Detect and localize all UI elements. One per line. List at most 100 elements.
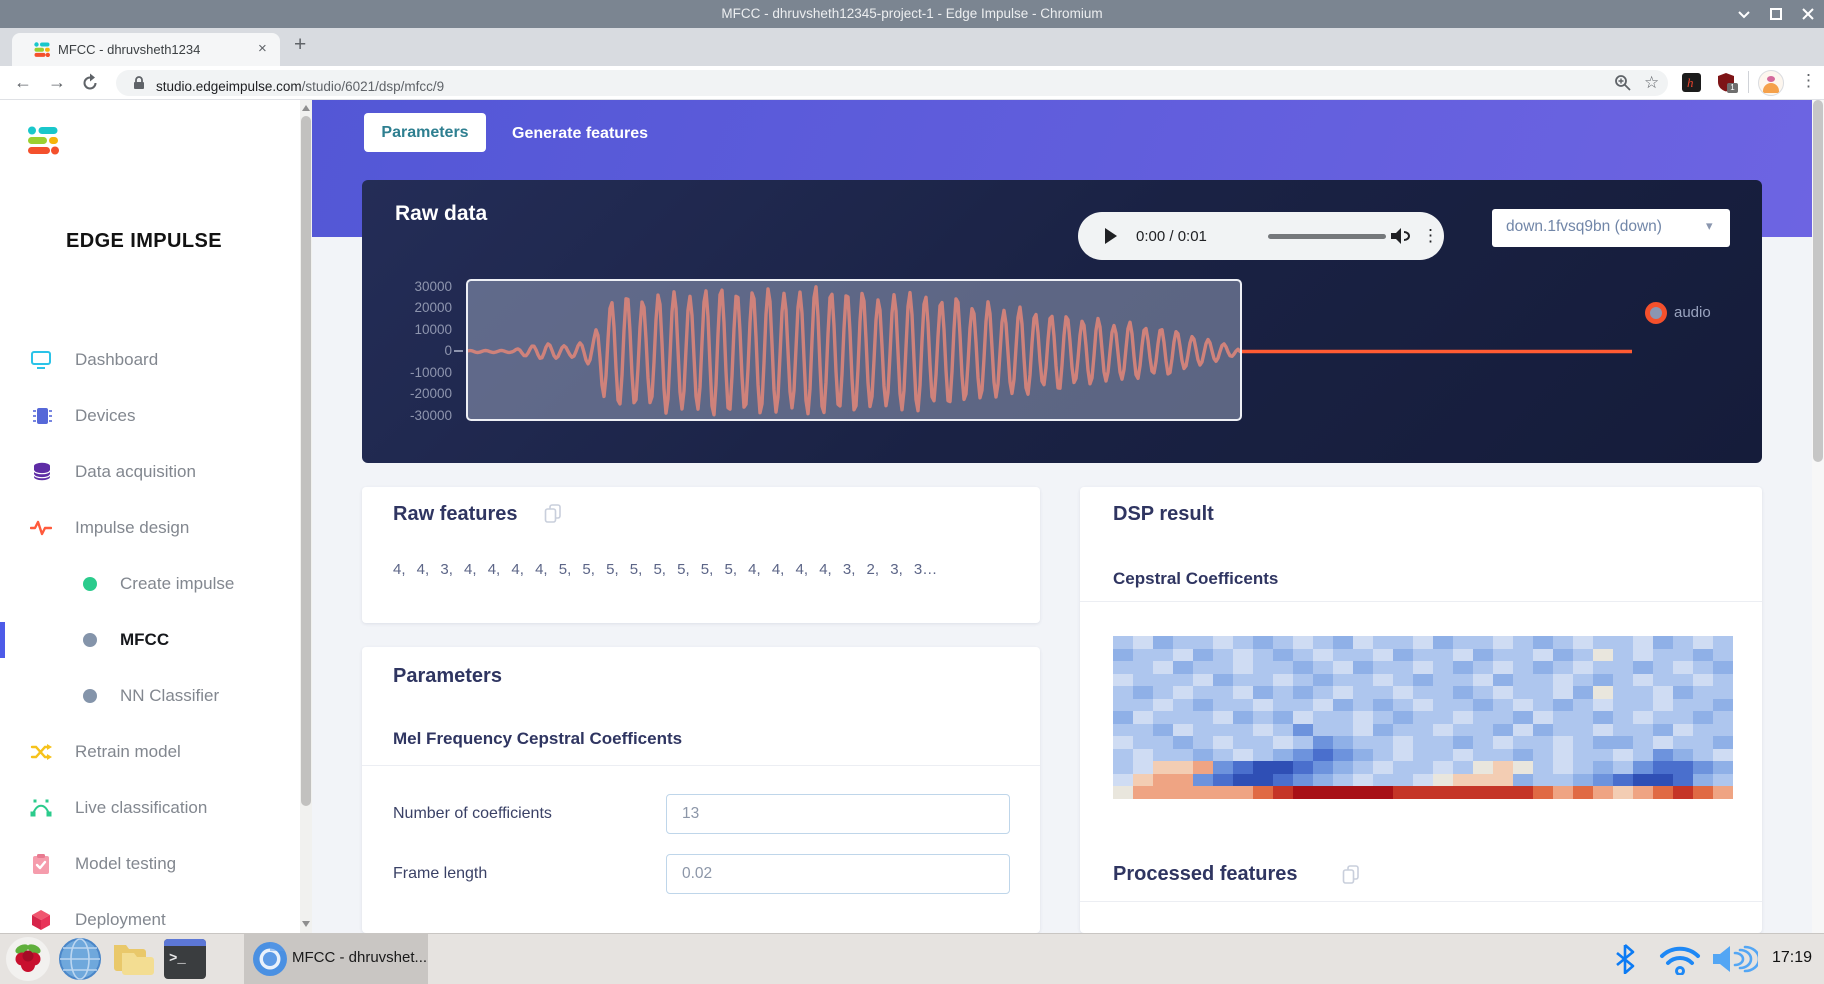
volume-icon[interactable] [1712, 944, 1758, 974]
heatmap-cell [1573, 761, 1593, 774]
ublock-extension-icon[interactable]: 1 [1716, 72, 1736, 97]
terminal-icon[interactable]: >_ [164, 939, 206, 979]
bezier-curve-icon [30, 798, 52, 818]
heatmap-cell [1393, 749, 1413, 762]
taskbar-window-label: MFCC - dhruvshet... [292, 949, 427, 966]
heatmap-cell [1253, 711, 1273, 724]
heatmap-cell [1313, 661, 1333, 674]
bluetooth-icon[interactable] [1614, 944, 1636, 974]
heatmap-cell [1553, 711, 1573, 724]
heatmap-cell [1273, 724, 1293, 737]
heatmap-cell [1153, 786, 1173, 799]
heatmap-cell [1513, 674, 1533, 687]
chip-icon [31, 405, 53, 427]
url-omnibox[interactable]: studio.edgeimpulse.com/studio/6021/dsp/m… [116, 70, 1668, 96]
raspberry-menu-icon[interactable] [6, 937, 50, 981]
sidebar-item-devices[interactable]: Devices [0, 398, 300, 434]
scroll-up-arrow[interactable] [302, 105, 310, 111]
file-manager-icon[interactable] [110, 939, 156, 984]
heatmap-cell [1493, 699, 1513, 712]
player-seekbar[interactable] [1268, 234, 1386, 239]
browser-tab[interactable]: MFCC - dhruvsheth1234 × [12, 33, 280, 66]
player-menu-icon[interactable]: ⋮ [1422, 226, 1439, 246]
heatmap-cell [1113, 786, 1133, 799]
heatmap-cell [1373, 774, 1393, 787]
field-label-num-coefficients: Number of coefficients [393, 805, 552, 823]
heatmap-cell [1653, 636, 1673, 649]
heatmap-cell [1493, 786, 1513, 799]
heatmap-cell [1413, 724, 1433, 737]
window-close-button[interactable] [1800, 6, 1816, 22]
scroll-down-arrow[interactable] [302, 921, 310, 927]
axis-tick: 30000 [372, 279, 452, 294]
dsp-result-title: DSP result [1113, 503, 1214, 526]
profile-avatar[interactable] [1758, 70, 1784, 96]
heatmap-cell [1493, 649, 1513, 662]
tab-generate-features[interactable]: Generate features [512, 125, 648, 143]
back-icon[interactable]: ← [14, 72, 32, 93]
volume-icon[interactable] [1390, 226, 1412, 246]
heatmap-cell [1293, 636, 1313, 649]
heatmap-cell [1313, 761, 1333, 774]
new-tab-button[interactable]: + [294, 33, 306, 57]
axis-tick: -10000 [372, 365, 452, 380]
page-scrollbar-thumb[interactable] [1813, 100, 1823, 462]
heatmap-cell [1613, 724, 1633, 737]
window-maximize-button[interactable] [1768, 6, 1784, 22]
taskbar-window-button[interactable]: MFCC - dhruvshet... [244, 934, 428, 984]
wifi-icon[interactable] [1658, 945, 1702, 975]
tab-close-icon[interactable]: × [258, 40, 267, 57]
sidebar-item-retrain-model[interactable]: Retrain model [0, 734, 300, 770]
heatmap-cell [1393, 711, 1413, 724]
sample-select-value: down.1fvsq9bn (down) [1506, 218, 1662, 236]
bookmark-star-icon[interactable]: ☆ [1644, 73, 1659, 93]
frame-length-input[interactable]: 0.02 [666, 854, 1010, 894]
heatmap-cell [1393, 761, 1413, 774]
sidebar-item-model-testing[interactable]: Model testing [0, 846, 300, 882]
heatmap-cell [1573, 786, 1593, 799]
heatmap-cell [1213, 661, 1233, 674]
zoom-page-icon[interactable] [1614, 74, 1632, 97]
sidebar-item-live-classification[interactable]: Live classification [0, 790, 300, 826]
heatmap-cell [1253, 661, 1273, 674]
tab-parameters[interactable]: Parameters [364, 113, 486, 152]
heatmap-cell [1293, 711, 1313, 724]
num-coefficients-input[interactable]: 13 [666, 794, 1010, 834]
sidebar-item-mfcc[interactable]: MFCC [0, 622, 300, 658]
play-icon[interactable] [1104, 228, 1118, 244]
sample-select[interactable]: down.1fvsq9bn (down) ▾ [1492, 209, 1730, 247]
window-minimize-button[interactable] [1736, 6, 1752, 22]
sidebar-item-dashboard[interactable]: Dashboard [0, 342, 300, 378]
browser-menu-icon[interactable]: ⋮ [1800, 71, 1817, 91]
heatmap-cell [1353, 699, 1373, 712]
forward-icon[interactable]: → [48, 72, 66, 93]
sidebar-item-create-impulse[interactable]: Create impulse [0, 566, 300, 602]
sidebar-item-nn-classifier[interactable]: NN Classifier [0, 678, 300, 714]
heatmap-cell [1213, 724, 1233, 737]
copy-icon[interactable] [1342, 865, 1360, 885]
heatmap-cell [1333, 711, 1353, 724]
heatmap-cell [1393, 736, 1413, 749]
chromium-icon [252, 941, 288, 977]
sidebar-item-data-acquisition[interactable]: Data acquisition [0, 454, 300, 490]
heatmap-cell [1213, 674, 1233, 687]
web-browser-icon[interactable] [58, 937, 102, 984]
sidebar-scrollbar-thumb[interactable] [301, 116, 311, 806]
honey-extension-icon[interactable]: h [1682, 73, 1701, 92]
heatmap-cell [1453, 711, 1473, 724]
page-scrollbar[interactable] [1812, 100, 1824, 933]
audio-player[interactable]: 0:00 / 0:01 ⋮ [1078, 212, 1444, 260]
heatmap-cell [1533, 749, 1553, 762]
sidebar-item-impulse-design[interactable]: Impulse design [0, 510, 300, 546]
sidebar-scrollbar[interactable] [300, 100, 312, 933]
heatmap-cell [1553, 674, 1573, 687]
waveform-selection-region[interactable] [466, 279, 1242, 421]
legend-audio-icon[interactable] [1645, 302, 1667, 324]
heatmap-cell [1173, 711, 1193, 724]
heatmap-cell [1273, 699, 1293, 712]
reload-icon[interactable] [80, 73, 100, 98]
heatmap-cell [1553, 636, 1573, 649]
copy-icon[interactable] [544, 504, 562, 524]
heatmap-cell [1213, 749, 1233, 762]
heatmap-cell [1513, 661, 1533, 674]
